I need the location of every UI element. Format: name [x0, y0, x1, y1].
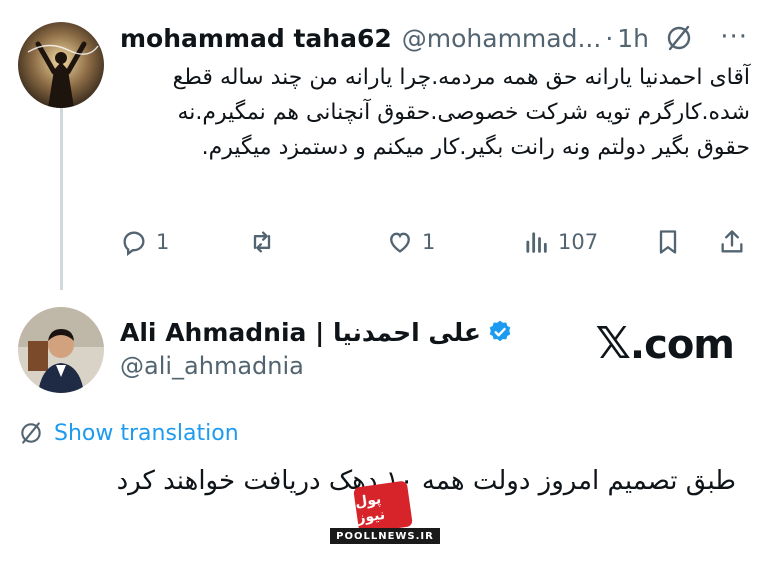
more-options-icon[interactable]: ···	[720, 22, 748, 52]
bookmark-icon	[659, 230, 677, 254]
show-translation-label[interactable]: Show translation	[54, 421, 239, 446]
tweet-header: Ali Ahmadnia | علی احمدنیا	[120, 312, 513, 352]
display-name[interactable]: mohammad taha62	[120, 24, 392, 53]
avatar[interactable]	[18, 307, 104, 393]
watermark-url: POOLLNEWS.IR	[330, 528, 440, 544]
views-icon	[526, 232, 547, 253]
avatar[interactable]	[18, 22, 104, 108]
thread-connector-line	[60, 95, 63, 290]
avatar-image	[18, 307, 104, 393]
user-handle[interactable]: @mohammad...	[402, 24, 602, 53]
reply-icon	[123, 231, 145, 256]
display-name[interactable]: Ali Ahmadnia | علی احمدنیا	[120, 318, 481, 347]
bookmark-button[interactable]	[654, 222, 690, 262]
reply-button[interactable]: 1	[120, 222, 169, 262]
share-button[interactable]	[718, 222, 754, 262]
show-translation-link[interactable]: Show translation	[18, 420, 239, 446]
like-count: 1	[422, 230, 436, 254]
heart-icon	[390, 232, 410, 253]
share-icon	[721, 230, 743, 253]
grok-icon[interactable]	[664, 23, 694, 53]
grok-icon	[21, 422, 41, 444]
tweet-text: آقای احمدنیا یارانه حق همه مردمه.چرا یار…	[172, 65, 750, 160]
timestamp[interactable]: 1h	[617, 24, 649, 53]
verified-badge-icon	[489, 320, 511, 342]
views-count: 107	[558, 230, 599, 254]
views-button[interactable]: 107	[522, 222, 598, 262]
watermark-logo: پول نیوز	[353, 480, 413, 534]
tweet-actions: 1 1 107	[120, 222, 750, 262]
x-logo-icon: 𝕏	[595, 318, 630, 369]
x-com-domain: .com	[629, 322, 735, 368]
repost-icon	[253, 231, 271, 253]
user-handle[interactable]: @ali_ahmadnia	[120, 352, 304, 380]
repost-button[interactable]	[248, 222, 284, 262]
watermark: پول نیوز POOLLNEWS.IR	[330, 480, 440, 544]
x-com-logo: 𝕏.com	[595, 318, 735, 369]
reply-count: 1	[156, 230, 170, 254]
like-button[interactable]: 1	[386, 222, 435, 262]
tweet-header: mohammad taha62 @mohammad... · 1h	[120, 18, 758, 58]
separator-dot: ·	[605, 23, 614, 53]
avatar-image	[18, 22, 104, 108]
